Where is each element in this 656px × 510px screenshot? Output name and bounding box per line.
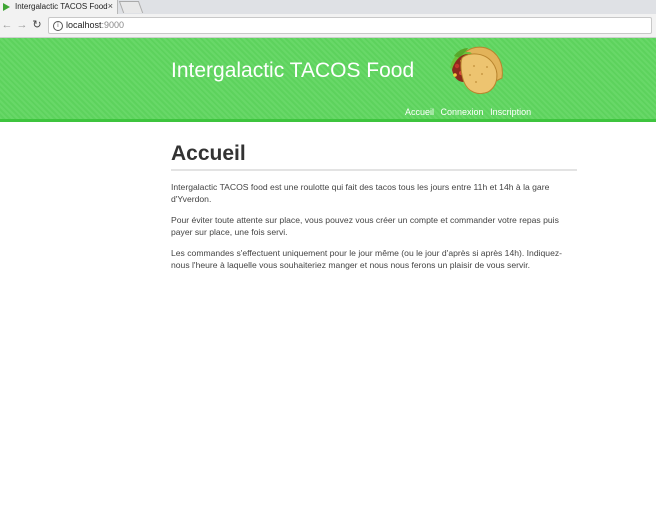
site-header: Intergalactic TACOS Food Accueil Connexi…: [0, 38, 656, 122]
nav-accueil-link[interactable]: Accueil: [405, 107, 434, 117]
browser-tabstrip: Intergalactic TACOS Food ×: [0, 0, 656, 14]
address-bar[interactable]: i localhost:9000: [48, 17, 652, 34]
back-icon[interactable]: ←: [0, 17, 14, 33]
page-title: Accueil: [171, 142, 577, 171]
reload-icon[interactable]: ↻: [30, 17, 44, 33]
main-content: Accueil Intergalactic TACOS food est une…: [171, 142, 577, 271]
intro-paragraph: Intergalactic TACOS food est une roulott…: [171, 182, 550, 204]
nav-connexion-link[interactable]: Connexion: [441, 107, 484, 117]
nav-inscription-link[interactable]: Inscription: [490, 107, 531, 117]
main-nav: Accueil Connexion Inscription: [405, 107, 535, 117]
url-host: localhost: [66, 20, 102, 30]
browser-tab[interactable]: Intergalactic TACOS Food ×: [0, 0, 118, 14]
tab-title: Intergalactic TACOS Food: [15, 2, 108, 11]
forward-icon[interactable]: →: [15, 17, 29, 33]
url-port: :9000: [101, 20, 125, 30]
order-paragraph: Pour éviter toute attente sur place, vou…: [171, 215, 559, 237]
url-text[interactable]: localhost:9000: [66, 20, 124, 30]
browser-toolbar: ← → ↻ i localhost:9000: [0, 14, 656, 38]
taco-icon: [450, 46, 503, 95]
info-icon[interactable]: i: [53, 21, 63, 31]
play-favicon-icon: [3, 3, 10, 11]
tab-close-icon[interactable]: ×: [108, 0, 113, 13]
site-title: Intergalactic TACOS Food: [171, 59, 415, 82]
new-tab-button[interactable]: [118, 1, 144, 13]
schedule-paragraph: Les commandes s'effectuent uniquement po…: [171, 248, 563, 270]
